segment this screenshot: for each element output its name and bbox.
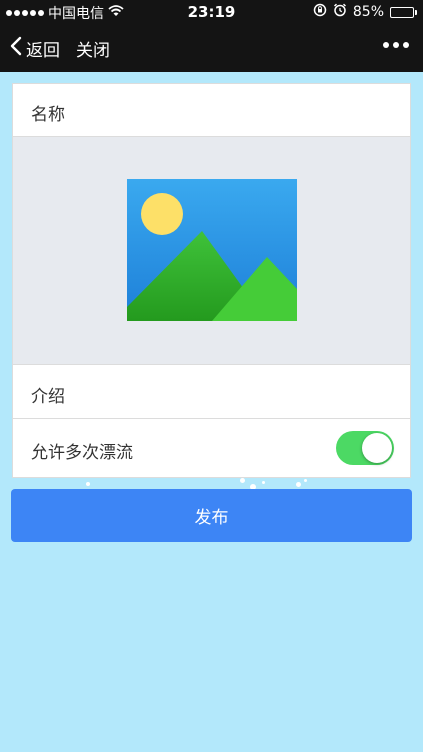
nav-bar: 返回 关闭	[0, 24, 423, 72]
multi-drift-row: 允许多次漂流	[13, 419, 410, 477]
intro-label: 介绍	[31, 387, 65, 407]
status-right: 85%	[313, 3, 417, 21]
image-upload-area[interactable]	[13, 137, 410, 365]
form-card: 名称 介绍 允许多次漂流	[12, 83, 411, 478]
name-field[interactable]: 名称	[13, 84, 410, 137]
name-label: 名称	[31, 105, 65, 125]
multi-drift-toggle[interactable]	[336, 431, 394, 465]
intro-field[interactable]: 介绍	[13, 365, 410, 419]
back-button[interactable]: 返回	[10, 36, 60, 61]
publish-button[interactable]: 发布	[11, 489, 412, 542]
image-placeholder-icon	[127, 179, 297, 321]
alarm-icon	[333, 3, 347, 21]
more-options-button[interactable]	[383, 42, 409, 48]
status-bar: 中国电信 23:19 85%	[0, 0, 423, 24]
more-dots-icon	[383, 42, 389, 48]
rotation-lock-icon	[313, 3, 327, 21]
multi-drift-label: 允许多次漂流	[31, 443, 133, 463]
battery-icon	[390, 6, 417, 18]
battery-percent: 85%	[352, 4, 384, 20]
toggle-knob	[362, 433, 392, 463]
close-button[interactable]: 关闭	[76, 36, 110, 61]
back-label: 返回	[26, 41, 60, 61]
chevron-left-icon	[10, 36, 22, 61]
